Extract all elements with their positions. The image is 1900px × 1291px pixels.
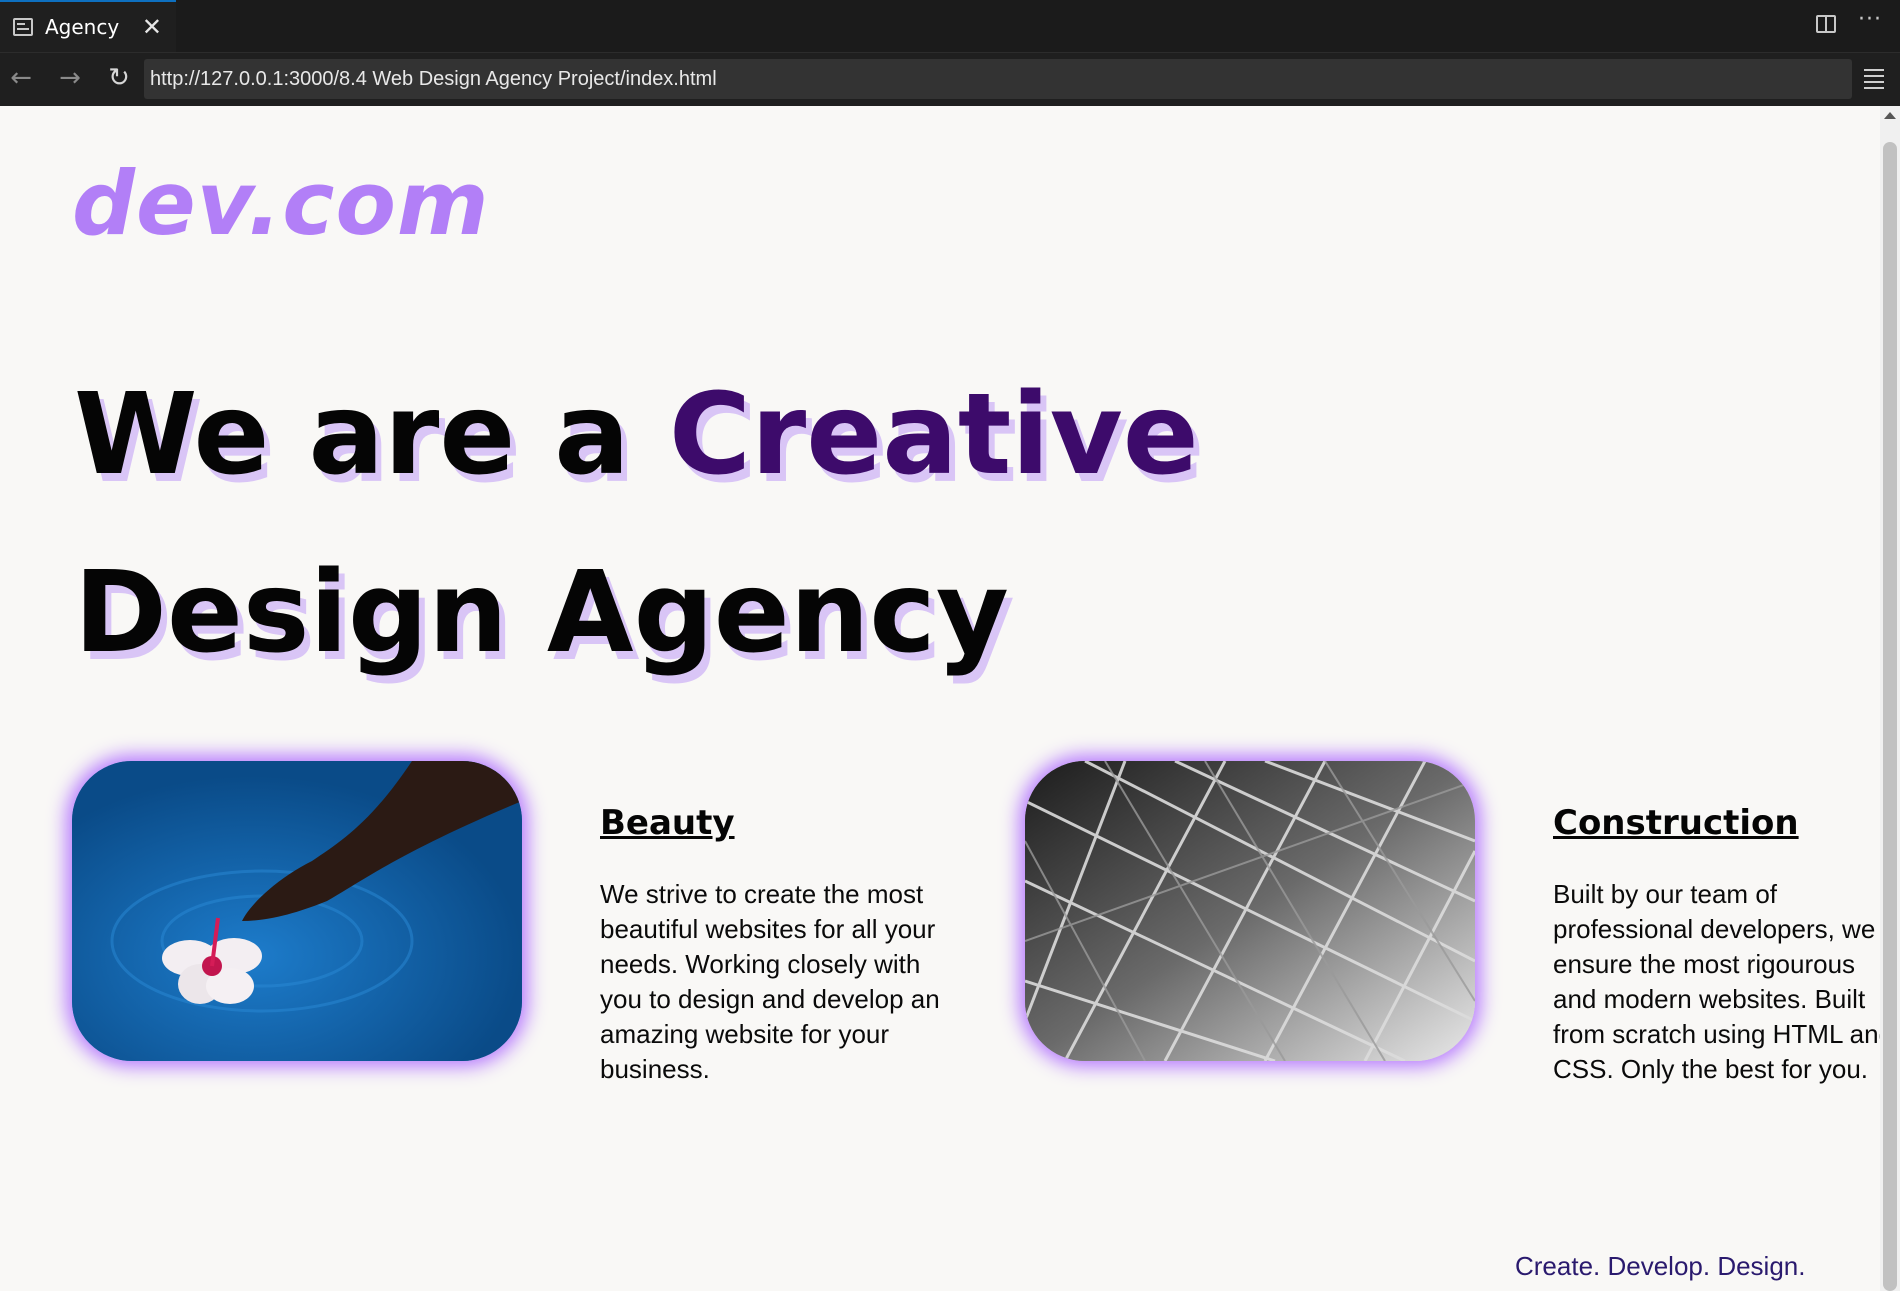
tab-title: Agency (45, 15, 120, 39)
beauty-image-art (72, 761, 522, 1061)
tab-bar: Agency ✕ ··· (0, 0, 1900, 52)
feature-card-construction: Construction Built by our team of profes… (1025, 761, 1880, 1087)
menu-icon[interactable] (1864, 69, 1884, 93)
reload-icon[interactable]: ↻ (104, 63, 134, 93)
footer-tagline: Create. Develop. Design. (1515, 1251, 1806, 1281)
feature-card-beauty: Beauty We strive to create the most beau… (72, 761, 942, 1087)
page-icon (13, 18, 33, 36)
scrollbar-thumb[interactable] (1883, 142, 1897, 1291)
beauty-image (72, 761, 522, 1061)
browser-tab[interactable]: Agency ✕ (0, 0, 176, 52)
page-viewport: dev.com We are a Creative Design Agency (0, 106, 1880, 1291)
split-view-icon[interactable] (1816, 15, 1837, 33)
forward-icon[interactable]: → (55, 63, 85, 93)
url-text[interactable]: http://127.0.0.1:3000/8.4 Web Design Age… (150, 68, 717, 91)
vertical-scrollbar[interactable] (1880, 106, 1900, 1291)
hero-line2: Design Agency (74, 548, 1009, 678)
close-icon[interactable]: ✕ (142, 13, 162, 41)
back-icon[interactable]: ← (6, 63, 36, 93)
address-bar[interactable]: http://127.0.0.1:3000/8.4 Web Design Age… (144, 59, 1852, 99)
scroll-up-arrow-icon[interactable] (1884, 112, 1896, 119)
window-actions: ··· (1816, 7, 1882, 33)
hero-accent-word: Creative (668, 370, 1199, 500)
site-logo[interactable]: dev.com (72, 152, 490, 255)
navigation-bar: ← → ↻ http://127.0.0.1:3000/8.4 Web Desi… (0, 52, 1900, 106)
more-icon[interactable]: ··· (1858, 7, 1882, 33)
hero-heading: We are a Creative Design Agency (74, 346, 1199, 702)
construction-image-art (1025, 761, 1475, 1061)
hero-line1-prefix: We are a (74, 370, 669, 500)
construction-image (1025, 761, 1475, 1061)
